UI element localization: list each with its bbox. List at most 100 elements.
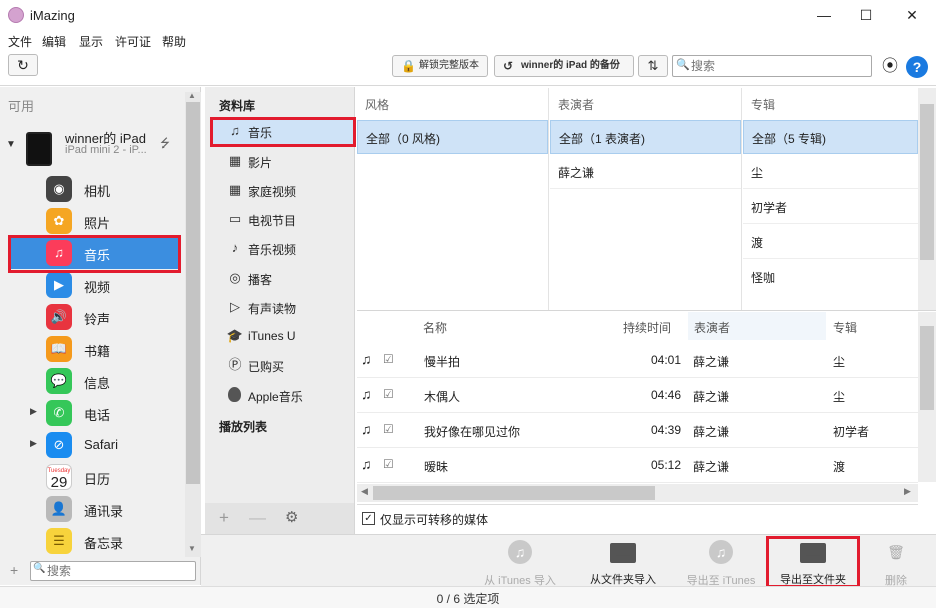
trash-button[interactable]: 🗑 删除 xyxy=(870,540,922,588)
itunes-export-button[interactable]: ♫ 导出至 iTunes xyxy=(676,540,766,588)
menu-view[interactable]: 显示 xyxy=(79,33,103,50)
sidebar-item-label: 日历 xyxy=(84,472,111,487)
refresh-button[interactable]: ↻ xyxy=(8,54,38,76)
ringtone-icon: 🔊 xyxy=(46,304,72,330)
table-row[interactable]: ♫ ☑ 木偶人 04:46 薛之谦 尘 xyxy=(357,379,918,413)
menu-license[interactable]: 许可证 xyxy=(115,33,151,50)
contacts-icon: 👤 xyxy=(46,496,72,522)
duration-column-header[interactable]: 持续时间 xyxy=(617,312,687,340)
library-item-podcast[interactable]: ◎ 播客 xyxy=(210,264,355,292)
sidebar-search-input[interactable] xyxy=(47,563,193,579)
album-item[interactable]: 尘 xyxy=(743,155,918,189)
scroll-left-icon[interactable]: ◀ xyxy=(361,486,368,497)
wifi-sync-icon[interactable]: ⦿ xyxy=(878,56,902,78)
sort-button[interactable]: ⇅ xyxy=(638,55,668,77)
library-item-music-video[interactable]: ♪ 音乐视频 xyxy=(210,234,355,262)
artist-column-header[interactable]: 表演者 xyxy=(688,312,826,340)
backup-label: winner的 iPad 的备份 xyxy=(521,60,620,71)
track-artist: 薛之谦 xyxy=(693,355,730,369)
album-column-header[interactable]: 专辑 xyxy=(743,88,916,118)
device-collapse-arrow-icon[interactable]: ▼ xyxy=(6,139,16,150)
library-item-tv[interactable]: ▭ 电视节目 xyxy=(210,205,355,233)
library-item-apple[interactable]: Apple音乐 xyxy=(210,381,355,409)
film-icon: ▦ xyxy=(228,153,242,168)
scroll-up-icon[interactable]: ▲ xyxy=(188,91,196,100)
library-item-film[interactable]: ▦ 影片 xyxy=(210,147,355,175)
close-button[interactable]: ✕ xyxy=(898,4,926,26)
scroll-right-icon[interactable]: ▶ xyxy=(904,486,911,497)
album-item[interactable]: 渡 xyxy=(743,225,918,259)
action-label: 导出至文件夹 xyxy=(780,574,846,586)
backup-button[interactable]: ↺ winner的 iPad 的备份 xyxy=(494,55,634,77)
refresh-icon: ↻ xyxy=(17,57,29,73)
sidebar-item-phone[interactable]: ▶ ✆ 电话 xyxy=(0,397,185,429)
scroll-down-icon[interactable]: ▼ xyxy=(188,544,196,553)
help-button[interactable]: ? xyxy=(906,56,928,78)
search-input[interactable] xyxy=(691,58,867,74)
music-note-icon: ♫ xyxy=(361,421,372,437)
library-item-purchased[interactable]: Ⓟ 已购买 xyxy=(210,351,355,379)
gear-icon[interactable]: ⚙ xyxy=(285,508,298,526)
track-album: 初学者 xyxy=(833,425,870,439)
tracks-scroll-thumb[interactable] xyxy=(920,326,934,410)
library-footer: + — ⚙ xyxy=(205,503,355,534)
add-playlist-icon[interactable]: + xyxy=(219,508,229,528)
sidebar-item-contacts[interactable]: 👤 通讯录 xyxy=(0,493,185,525)
menu-edit[interactable]: 编辑 xyxy=(42,33,66,50)
sidebar-search-field[interactable]: 🔍 xyxy=(30,561,196,581)
sidebar-item-camera[interactable]: ◉ 相机 xyxy=(0,173,185,205)
menu-file[interactable]: 文件 xyxy=(8,33,32,50)
library-item-music-note[interactable]: ♫ 音乐 xyxy=(210,117,355,145)
sidebar-item-video[interactable]: ▶ 视频 xyxy=(0,269,185,301)
album-all-item[interactable]: 全部（5 专辑) xyxy=(743,120,918,154)
artist-item[interactable]: 薛之谦 xyxy=(550,155,741,189)
sidebar-item-books[interactable]: 📖 书籍 xyxy=(0,333,185,365)
library-item-home-video[interactable]: ▦ 家庭视频 xyxy=(210,176,355,204)
horizontal-scroll-thumb[interactable] xyxy=(373,486,655,500)
genre-all-item[interactable]: 全部（0 风格) xyxy=(357,120,548,154)
folder-export-button[interactable]: ▬ 导出至文件夹 xyxy=(771,540,855,587)
genre-column-header[interactable]: 风格 xyxy=(357,88,547,118)
selection-status: 0 / 6 选定项 xyxy=(436,592,500,606)
search-field[interactable]: 🔍 xyxy=(672,55,872,77)
table-row[interactable]: ♫ ☑ 慢半拍 04:01 薛之谦 尘 xyxy=(357,344,918,378)
artist-all-item[interactable]: 全部（1 表演者) xyxy=(550,120,741,154)
sidebar-item-notes[interactable]: ☰ 备忘录 xyxy=(0,525,185,557)
album-column-header[interactable]: 专辑 xyxy=(827,312,917,340)
expand-arrow-icon[interactable]: ▶ xyxy=(30,438,37,449)
sidebar-item-music[interactable]: ♫ 音乐 xyxy=(10,237,178,269)
sidebar-item-messages[interactable]: 💬 信息 xyxy=(0,365,185,397)
sidebar-item-calendar[interactable]: Tuesday 29 日历 xyxy=(0,461,185,493)
only-transferable-checkbox[interactable]: ✓ xyxy=(362,512,375,525)
menu-help[interactable]: 帮助 xyxy=(162,33,186,50)
calendar-day: 29 xyxy=(50,474,68,491)
expand-arrow-icon[interactable]: ▶ xyxy=(30,406,37,417)
apple-icon xyxy=(228,387,241,402)
sidebar-item-label: 相机 xyxy=(84,184,111,199)
music-note-icon: ♫ xyxy=(361,351,372,367)
sidebar-item-photos[interactable]: ✿ 照片 xyxy=(0,205,185,237)
sidebar-item-label: 通讯录 xyxy=(84,504,124,519)
itunes-import-button[interactable]: ♫ 从 iTunes 导入 xyxy=(470,540,570,588)
unlock-button[interactable]: 🔒 解锁完整版本 xyxy=(392,55,488,77)
album-item[interactable]: 初学者 xyxy=(743,190,918,224)
library-item-itunes-u[interactable]: 🎓 iTunes U xyxy=(210,322,355,350)
table-row[interactable]: ♫ ☑ 暧昧 05:12 薛之谦 渡 xyxy=(357,449,918,483)
library-item-label: 有声读物 xyxy=(248,302,297,316)
remove-playlist-icon[interactable]: — xyxy=(249,508,266,528)
table-row[interactable]: ♫ ☑ 我好像在哪见过你 04:39 薛之谦 初学者 xyxy=(357,414,918,448)
album-item[interactable]: 怪咖 xyxy=(743,260,918,294)
add-icon[interactable]: + xyxy=(10,562,18,578)
maximize-button[interactable]: ☐ xyxy=(852,4,880,26)
sidebar-item-label: 照片 xyxy=(84,216,111,231)
folder-import-button[interactable]: ▬ 从文件夹导入 xyxy=(578,540,668,587)
sidebar-item-ringtone[interactable]: 🔊 铃声 xyxy=(0,301,185,333)
library-item-audiobook[interactable]: ▷ 有声读物 xyxy=(210,293,355,321)
minimize-button[interactable]: — xyxy=(810,4,838,26)
artist-column-header[interactable]: 表演者 xyxy=(550,88,740,118)
sidebar-scroll-thumb[interactable] xyxy=(186,102,200,484)
browser-scroll-thumb[interactable] xyxy=(920,104,934,260)
sidebar-item-safari[interactable]: ▶ ⊘ Safari xyxy=(0,429,185,461)
name-column-header[interactable]: 名称 xyxy=(417,312,617,340)
phone-icon: ✆ xyxy=(46,400,72,426)
